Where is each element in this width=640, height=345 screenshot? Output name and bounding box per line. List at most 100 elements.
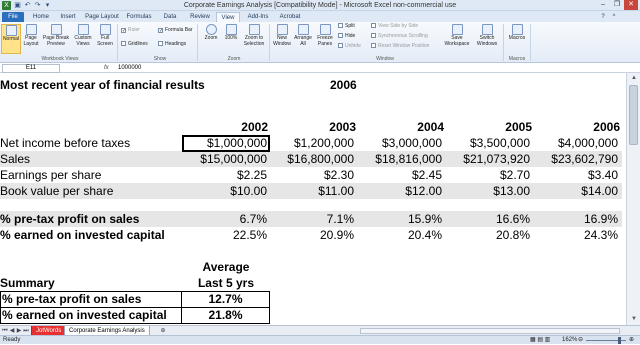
tab-data[interactable]: Data (158, 12, 182, 22)
new-window-icon (276, 24, 288, 35)
normal-view-label: Normal (2, 36, 20, 42)
full-screen-button[interactable]: Full Screen (95, 24, 115, 54)
zoom-100-button[interactable]: 100% (222, 24, 240, 54)
arrange-all-button[interactable]: Arrange All (293, 24, 313, 54)
ratio-label: % pre-tax profit on sales (0, 212, 140, 226)
data-cell[interactable]: $2.70 (446, 167, 530, 183)
ratio-cell[interactable]: 20.4% (358, 227, 442, 243)
ruler-check-icon (121, 28, 126, 33)
tab-file[interactable]: File (2, 12, 24, 22)
vertical-scrollbar[interactable]: ▲ ▼ (626, 73, 640, 325)
reset-window-position-icon (371, 43, 376, 48)
ratio-cell[interactable]: 16.9% (534, 211, 618, 227)
tab-review[interactable]: Review (186, 12, 214, 22)
unhide-button[interactable]: Unhide (338, 43, 361, 50)
data-cell[interactable]: $1,000,000 (182, 135, 267, 151)
close-icon[interactable]: ✕ (624, 0, 638, 10)
name-box[interactable]: E11 (2, 64, 60, 73)
data-cell[interactable]: $23,602,790 (534, 151, 618, 167)
zoom-slider-thumb[interactable] (618, 337, 621, 344)
ratio-cell[interactable]: 7.1% (270, 211, 354, 227)
formula-bar-check-icon (158, 28, 163, 33)
restore-icon[interactable]: ❐ (610, 0, 624, 10)
average-subheader: Last 5 yrs (197, 276, 255, 290)
ratio-cell[interactable]: 15.9% (358, 211, 442, 227)
hide-icon (338, 33, 343, 38)
freeze-panes-button[interactable]: Freeze Panes (314, 24, 336, 54)
tab-home[interactable]: Home (30, 12, 52, 22)
tab-view[interactable]: View (216, 12, 240, 22)
page-break-preview-button[interactable]: Page Break Preview (41, 24, 71, 54)
data-cell[interactable]: $13.00 (446, 183, 530, 199)
ratio-cell[interactable]: 20.8% (446, 227, 530, 243)
minimize-icon[interactable]: – (596, 0, 610, 10)
formula-bar-checkbox[interactable]: Formula Bar (158, 27, 193, 34)
formula-bar-label: Formula Bar (165, 27, 193, 33)
tab-acrobat[interactable]: Acrobat (276, 12, 304, 22)
ribbon-minimize-icon[interactable]: ^ (610, 12, 618, 22)
hide-button[interactable]: Hide (338, 33, 355, 40)
data-cell[interactable]: $2.45 (358, 167, 442, 183)
formula-input[interactable]: 1000000 (118, 64, 141, 73)
page-layout-view-button[interactable]: Page Layout (22, 24, 40, 54)
data-cell[interactable]: $21,073,920 (446, 151, 530, 167)
data-cell[interactable]: $10.00 (182, 183, 267, 199)
ratio-cell[interactable]: 6.7% (182, 211, 267, 227)
data-cell[interactable]: $3,000,000 (358, 135, 442, 151)
view-side-by-side-button[interactable]: View Side by Side (371, 23, 418, 30)
ratio-label: % earned on invested capital (0, 228, 165, 242)
switch-windows-button[interactable]: Switch Windows (473, 24, 501, 54)
data-cell[interactable]: $2.30 (270, 167, 354, 183)
page-break-preview-label: Page Break Preview (42, 35, 70, 47)
ratio-cell[interactable]: 16.6% (446, 211, 530, 227)
synchronous-scrolling-button[interactable]: Synchronous Scrolling (371, 33, 428, 40)
summary-value[interactable]: 12.7% (181, 291, 270, 308)
split-button[interactable]: Split (338, 23, 355, 30)
insert-function-icon[interactable]: fx (104, 64, 114, 73)
tab-page-layout[interactable]: Page Layout (84, 12, 120, 22)
zoom-button[interactable]: Zoom (201, 24, 221, 54)
macros-button[interactable]: Macros (507, 24, 527, 54)
data-cell[interactable]: $1,200,000 (270, 135, 354, 151)
switch-windows-label: Switch Windows (476, 35, 498, 47)
ruler-checkbox[interactable]: Ruler (121, 27, 140, 34)
ratio-cell[interactable]: 24.3% (534, 227, 618, 243)
headings-checkbox[interactable]: Headings (158, 41, 186, 48)
data-cell[interactable]: $11.00 (270, 183, 354, 199)
page-break-preview-icon (50, 24, 62, 35)
ratio-cell[interactable]: 20.9% (270, 227, 354, 243)
data-cell[interactable]: $4,000,000 (534, 135, 618, 151)
summary-value[interactable]: 21.8% (181, 307, 270, 324)
zoom-to-selection-label: Zoom to Selection (243, 35, 265, 47)
tab-add-ins[interactable]: Add-Ins (244, 12, 272, 22)
data-cell[interactable]: $14.00 (534, 183, 618, 199)
data-cell[interactable]: $3.40 (534, 167, 618, 183)
data-cell[interactable]: $16,800,000 (270, 151, 354, 167)
save-workspace-button[interactable]: Save Workspace (443, 24, 471, 54)
data-cell[interactable]: $12.00 (358, 183, 442, 199)
freeze-panes-label: Freeze Panes (317, 35, 333, 47)
scroll-up-icon[interactable]: ▲ (629, 74, 639, 83)
help-icon[interactable]: ? (598, 12, 608, 22)
switch-windows-icon (481, 24, 493, 35)
custom-views-button[interactable]: Custom Views (72, 24, 94, 54)
new-window-label: New Window (273, 35, 291, 47)
data-cell[interactable]: $15,000,000 (182, 151, 267, 167)
data-cell[interactable]: $2.25 (182, 167, 267, 183)
scroll-down-icon[interactable]: ▼ (629, 315, 639, 324)
zoom-to-selection-button[interactable]: Zoom to Selection (241, 24, 267, 54)
data-cell[interactable]: $18,816,000 (358, 151, 442, 167)
split-icon (338, 23, 343, 28)
magnifier-icon (205, 24, 217, 35)
tab-formulas[interactable]: Formulas (124, 12, 154, 22)
gridlines-checkbox[interactable]: Gridlines (121, 41, 148, 48)
data-cell[interactable]: $3,500,000 (446, 135, 530, 151)
normal-view-button[interactable]: Normal (1, 24, 21, 54)
tab-insert[interactable]: Insert (56, 12, 80, 22)
reset-window-position-button[interactable]: Reset Window Position (371, 43, 429, 50)
reset-window-position-label: Reset Window Position (378, 43, 430, 49)
scroll-thumb[interactable] (629, 85, 638, 145)
ratio-cell[interactable]: 22.5% (182, 227, 267, 243)
horizontal-scrollbar[interactable] (360, 328, 620, 334)
new-window-button[interactable]: New Window (272, 24, 292, 54)
